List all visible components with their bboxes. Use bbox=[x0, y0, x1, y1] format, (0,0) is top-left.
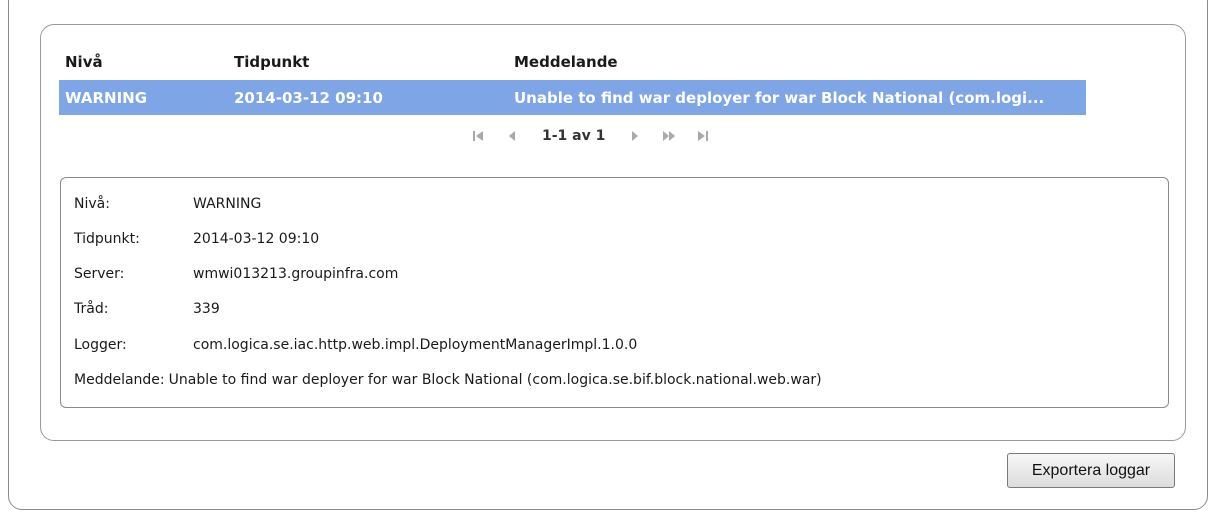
detail-thread-value: 339 bbox=[193, 301, 220, 317]
detail-time-value: 2014-03-12 09:10 bbox=[193, 231, 320, 247]
detail-time-label: Tidpunkt: bbox=[74, 231, 140, 247]
fast-forward-icon[interactable] bbox=[657, 125, 681, 147]
detail-logger-value: com.logica.se.iac.http.web.impl.Deployme… bbox=[193, 337, 638, 353]
log-detail-panel: Nivå: WARNING Tidpunkt: 2014-03-12 09:10 S… bbox=[60, 177, 1169, 408]
detail-logger: Logger: com.logica.se.iac.http.web.impl.D… bbox=[74, 337, 637, 353]
detail-level-value: WARNING bbox=[193, 196, 262, 212]
detail-thread-label: Tråd: bbox=[74, 301, 109, 317]
export-logs-button[interactable]: Exportera loggar bbox=[1007, 453, 1175, 488]
detail-message: Meddelande: Unable to find war deployer f… bbox=[74, 372, 822, 388]
row-message: Unable to find war deployer for war Bloc… bbox=[514, 88, 1045, 107]
row-level: WARNING bbox=[65, 88, 148, 107]
detail-message-label: Meddelande: bbox=[74, 372, 165, 388]
log-table: Nivå Tidpunkt Meddelande WARNING 2014-03… bbox=[59, 44, 1086, 115]
column-header-level[interactable]: Nivå bbox=[59, 53, 230, 71]
first-page-icon[interactable] bbox=[466, 125, 490, 147]
row-time: 2014-03-12 09:10 bbox=[234, 88, 383, 107]
last-page-icon[interactable] bbox=[691, 125, 715, 147]
detail-logger-label: Logger: bbox=[74, 337, 127, 353]
detail-server-label: Server: bbox=[74, 266, 125, 282]
log-table-header: Nivå Tidpunkt Meddelande bbox=[59, 44, 1086, 80]
detail-level-label: Nivå: bbox=[74, 196, 110, 212]
detail-thread: Tråd: 339 bbox=[74, 301, 220, 317]
table-row[interactable]: WARNING 2014-03-12 09:10 Unable to find … bbox=[59, 80, 1086, 115]
detail-message-value: Unable to find war deployer for war Bloc… bbox=[168, 372, 822, 388]
pager: 1-1 av 1 bbox=[466, 124, 725, 148]
detail-level: Nivå: WARNING bbox=[74, 196, 261, 212]
column-header-time[interactable]: Tidpunkt bbox=[230, 53, 512, 71]
detail-server: Server: wmwi013213.groupinfra.com bbox=[74, 266, 398, 282]
page-info: 1-1 av 1 bbox=[542, 128, 606, 144]
next-page-icon[interactable] bbox=[623, 125, 647, 147]
prev-page-icon[interactable] bbox=[500, 125, 524, 147]
detail-server-value: wmwi013213.groupinfra.com bbox=[193, 266, 399, 282]
column-header-message[interactable]: Meddelande bbox=[512, 53, 1086, 71]
detail-time: Tidpunkt: 2014-03-12 09:10 bbox=[74, 231, 319, 247]
